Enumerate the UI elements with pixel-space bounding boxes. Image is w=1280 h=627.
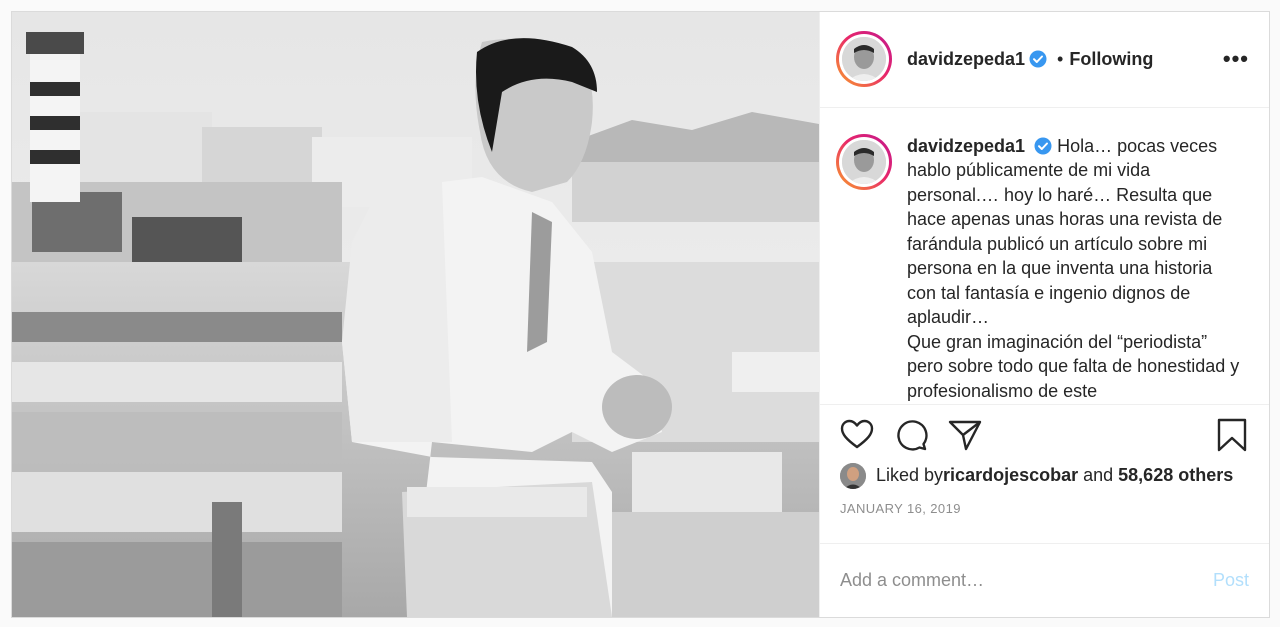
post-image[interactable] [12,12,819,617]
separator-dot: • [1057,48,1064,69]
post-comment-button[interactable]: Post [1213,570,1249,591]
comments-section: davidzepeda1 Hola… pocas veces hablo púb… [820,108,1269,404]
following-button[interactable]: Following [1069,49,1153,70]
caption-username[interactable]: davidzepeda1 [907,136,1025,156]
post-header: davidzepeda1 • Following ••• [820,12,1269,108]
avatar-photo [842,37,886,82]
comment-icon[interactable] [894,418,928,452]
avatar[interactable] [836,31,892,88]
caption-avatar[interactable] [836,133,892,190]
post-sidebar: davidzepeda1 • Following ••• davidzepeda… [819,12,1269,617]
more-options-icon[interactable]: ••• [1223,46,1249,72]
post-author-username[interactable]: davidzepeda1 [907,49,1025,70]
instagram-post: davidzepeda1 • Following ••• davidzepeda… [11,11,1270,618]
caption-body: Hola… pocas veces hablo públicamente de … [907,135,1240,401]
liker-avatar[interactable] [840,462,866,489]
heart-icon[interactable] [840,418,874,452]
likes-summary: Liked by ricardojescobar and 58,628 othe… [840,462,1249,489]
comment-input[interactable] [840,570,1213,592]
post-date[interactable]: JANUARY 16, 2019 [840,501,1249,516]
verified-badge-icon [1034,137,1052,155]
post-photo-bw [12,12,819,617]
post-actions: Liked by ricardojescobar and 58,628 othe… [820,403,1269,544]
others-count[interactable]: 58,628 others [1118,465,1233,486]
avatar-photo [842,139,886,184]
verified-badge-icon [1029,50,1047,68]
post-caption: davidzepeda1 Hola… pocas veces hablo púb… [907,134,1242,404]
paper-plane-icon[interactable] [948,418,982,452]
liker-username[interactable]: ricardojescobar [943,465,1078,486]
add-comment-bar: Post [820,543,1269,617]
bookmark-icon[interactable] [1215,418,1249,452]
